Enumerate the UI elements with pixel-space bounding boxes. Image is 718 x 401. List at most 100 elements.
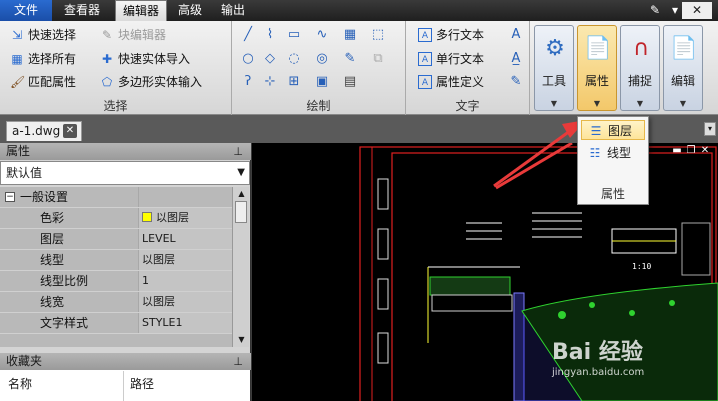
text-edit-icon[interactable]: A̲ xyxy=(506,50,526,68)
property-key: 线型比例 xyxy=(40,274,89,288)
property-value[interactable]: STYLE1 xyxy=(138,313,232,333)
document-tab[interactable]: a-1.dwg ✕ xyxy=(6,121,82,141)
selection-combo-value: 默认值 xyxy=(6,166,43,180)
donut-icon[interactable]: ◎ xyxy=(312,50,332,68)
mini-detail: 1:10 xyxy=(611,222,711,276)
menu-output[interactable]: 输出 xyxy=(215,0,251,21)
image-icon[interactable]: ▣ xyxy=(312,73,332,91)
scroll-thumb[interactable] xyxy=(235,201,247,223)
properties-panel: 属性 ⊥ 默认值 ▼ − 一般设置 色彩 以图层 图层 LEVEL 线型 以图层 xyxy=(0,143,251,353)
stext-button[interactable]: A 单行文本 xyxy=(418,49,484,69)
table-icon[interactable]: ▤ xyxy=(340,73,360,91)
quick-solid-import-button[interactable]: ✚ 快速实体导入 xyxy=(100,49,190,69)
arc-icon[interactable]: ◌ xyxy=(284,50,304,68)
polygon-solid-import-label: 多边形实体输入 xyxy=(118,75,203,89)
column-header-name[interactable]: 名称 xyxy=(8,375,32,392)
tab-list-icon[interactable]: ▾ xyxy=(704,122,716,136)
polyline-icon[interactable]: ⌇ xyxy=(260,26,280,44)
close-icon[interactable]: ✕ xyxy=(682,2,712,19)
text-style-icon[interactable]: A xyxy=(506,26,526,44)
properties-button[interactable]: 📄 属性 ▼ xyxy=(577,25,617,111)
stext-icon: A xyxy=(418,52,432,66)
menu-item-layer[interactable]: ☰ 图层 xyxy=(581,120,645,140)
select-all-icon: ▦ xyxy=(11,52,23,66)
attdef-button[interactable]: A 属性定义 xyxy=(418,72,484,92)
rectangle-icon[interactable]: ▭ xyxy=(284,26,304,44)
region-icon[interactable]: ⬚ xyxy=(368,26,388,44)
block-editor-label: 块编辑器 xyxy=(118,28,167,42)
property-row-linetype-scale[interactable]: 线型比例 1 xyxy=(0,271,232,292)
minimize-icon[interactable]: ▬ xyxy=(672,146,682,156)
close-tab-icon[interactable]: ✕ xyxy=(63,124,77,138)
property-row-lineweight[interactable]: 线宽 以图层 xyxy=(0,292,232,313)
properties-label: 属性 xyxy=(584,74,609,88)
menu-viewer[interactable]: 查看器 xyxy=(56,0,108,21)
menu-editor[interactable]: 编辑器 xyxy=(115,0,167,22)
properties-panel-title: 属性 xyxy=(6,144,31,158)
color-swatch xyxy=(142,212,152,222)
select-all-button[interactable]: ▦ 选择所有 xyxy=(10,49,76,69)
spline-icon[interactable]: ∿ xyxy=(312,26,332,44)
snap-button[interactable]: ∩ 捕捉 ▼ xyxy=(620,25,660,111)
copy-icon[interactable]: ⧉ xyxy=(368,50,388,68)
text-find-icon[interactable]: ✎ xyxy=(506,73,526,91)
pen-icon[interactable]: ✎ xyxy=(340,50,360,68)
quick-select-icon: ⇲ xyxy=(11,28,23,42)
offset-icon[interactable]: ⊞ xyxy=(284,73,304,91)
restore-icon[interactable]: ❐ xyxy=(686,146,696,156)
edit-button[interactable]: 📄 编辑 ▼ xyxy=(663,25,703,111)
chevron-down-icon: ▼ xyxy=(679,99,687,108)
help-icon[interactable]: ✎ xyxy=(646,2,664,19)
property-row-layer[interactable]: 图层 LEVEL xyxy=(0,229,232,250)
polygon-solid-import-button[interactable]: ⬠ 多边形实体输入 xyxy=(100,72,202,92)
scroll-up-icon[interactable]: ▲ xyxy=(233,187,250,201)
scroll-down-icon[interactable]: ▼ xyxy=(233,333,250,347)
group-draw-title: 绘制 xyxy=(306,99,331,113)
quick-select-button[interactable]: ⇲ 快速选择 xyxy=(10,25,76,45)
property-value[interactable]: LEVEL xyxy=(138,229,232,249)
property-grid-scrollbar[interactable]: ▲ ▼ xyxy=(232,187,249,347)
property-row-linetype[interactable]: 线型 以图层 xyxy=(0,250,232,271)
property-value xyxy=(138,187,232,207)
favorites-header: 收藏夹 ⊥ xyxy=(0,353,251,370)
menu-file[interactable]: 文件 xyxy=(0,0,52,21)
snap-label: 捕捉 xyxy=(627,74,652,88)
chevron-down-icon: ▼ xyxy=(237,167,245,178)
divide-icon[interactable]: ⊹ xyxy=(260,73,280,91)
property-value[interactable]: 1 xyxy=(138,271,232,291)
property-value[interactable]: 以图层 xyxy=(138,208,232,228)
line-icon[interactable]: ╱ xyxy=(238,26,258,44)
column-header-path[interactable]: 路径 xyxy=(130,375,154,392)
soil-dot xyxy=(558,311,566,319)
menu-item-layer-label: 图层 xyxy=(608,124,633,138)
title-label-box xyxy=(377,228,389,260)
group-text: A 多行文本 A 单行文本 A 属性定义 A A̲ ✎ 文字 xyxy=(406,21,530,115)
close-icon[interactable]: ✕ xyxy=(700,146,710,156)
mtext-button[interactable]: A 多行文本 xyxy=(418,25,484,45)
selection-combo[interactable]: 默认值 ▼ xyxy=(0,161,250,185)
pin-icon[interactable]: ⊥ xyxy=(233,143,243,160)
block-editor-button[interactable]: ✎ 块编辑器 xyxy=(100,25,166,45)
menu-item-linetype[interactable]: ☷ 线型 xyxy=(581,143,645,163)
arrow-shaft xyxy=(493,126,575,188)
menu-advanced[interactable]: 高级 xyxy=(170,0,210,21)
circle-icon[interactable]: ○ xyxy=(238,50,258,68)
point-icon[interactable]: ʔ xyxy=(238,73,258,91)
property-category-general[interactable]: − 一般设置 xyxy=(0,187,232,208)
quick-select-label: 快速选择 xyxy=(28,28,77,42)
ellipse-icon[interactable]: ◇ xyxy=(260,50,280,68)
match-props-button[interactable]: 🖌 匹配属性 xyxy=(10,72,76,92)
hatch-icon[interactable]: ▦ xyxy=(340,26,360,44)
app-window: { "menu": {"file":"文件","viewer":"查看器","e… xyxy=(0,0,718,401)
property-row-text-style[interactable]: 文字样式 STYLE1 xyxy=(0,313,232,334)
tools-button[interactable]: ⚙ 工具 ▼ xyxy=(534,25,574,111)
layers-icon: ☰ xyxy=(590,124,602,138)
property-row-color[interactable]: 色彩 以图层 xyxy=(0,208,232,229)
pin-icon[interactable]: ⊥ xyxy=(233,353,243,370)
property-value[interactable]: 以图层 xyxy=(138,250,232,270)
property-value[interactable]: 以图层 xyxy=(138,292,232,312)
menu-bar: 文件 查看器 编辑器 高级 输出 ✎ ▾ ✕ xyxy=(0,0,718,22)
chevron-down-icon: ▼ xyxy=(550,99,558,108)
properties-icon: 📄 xyxy=(584,36,612,61)
property-key: 色彩 xyxy=(40,211,65,225)
